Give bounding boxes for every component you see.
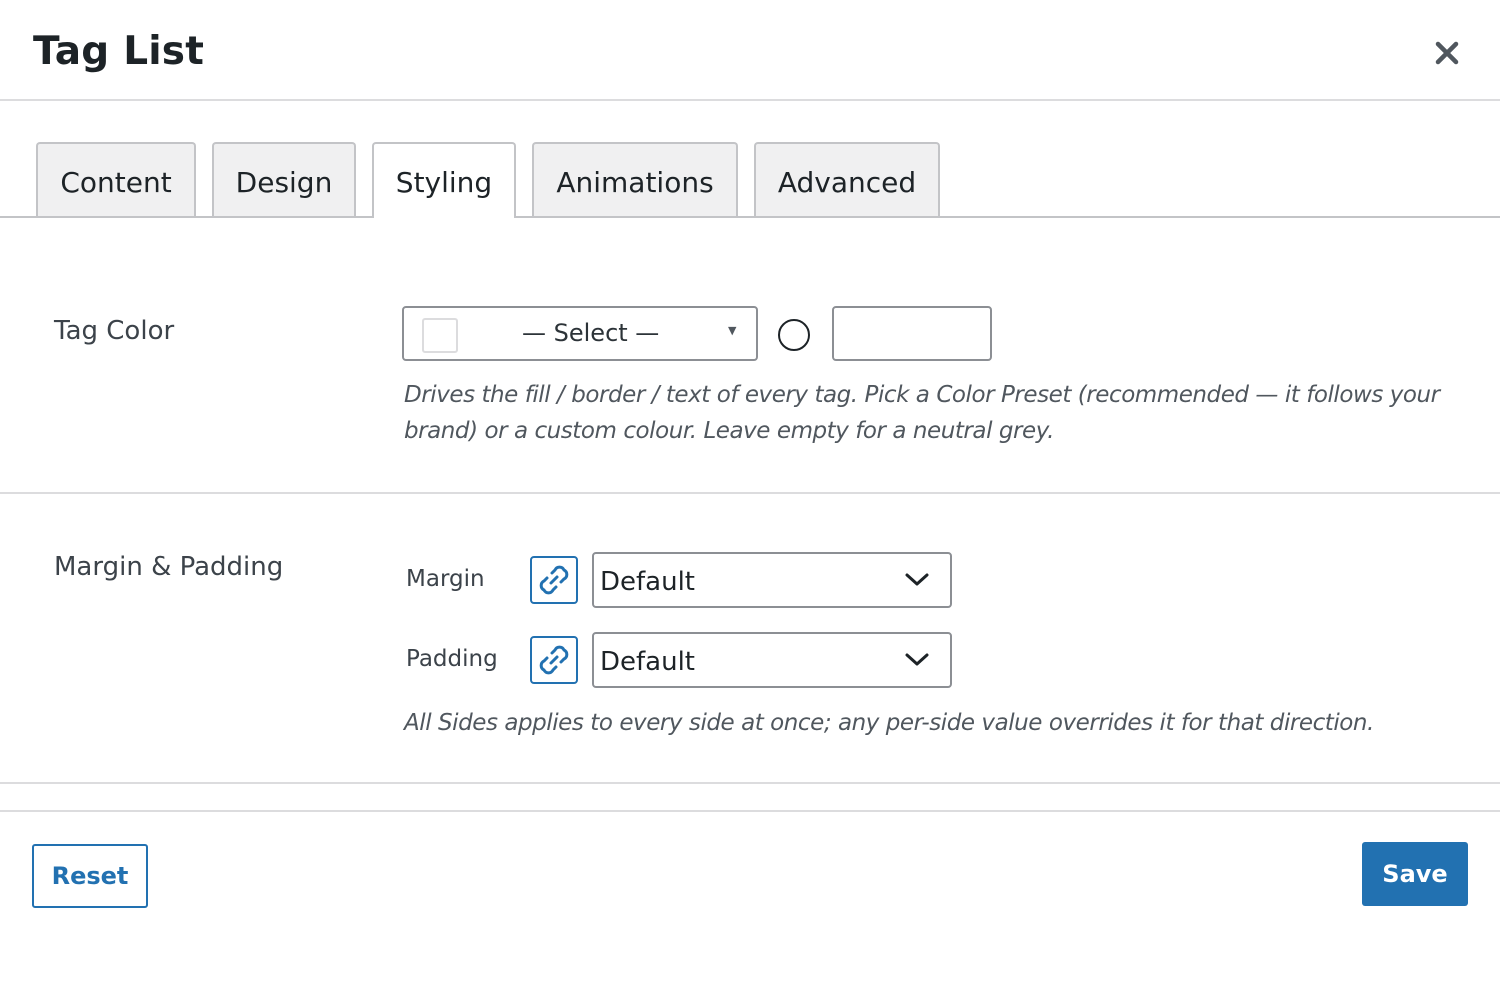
tab-styling[interactable]: Styling [372, 142, 516, 218]
tab-design[interactable]: Design [212, 142, 356, 216]
chevron-down-icon [905, 573, 929, 586]
reset-button[interactable]: Reset [32, 844, 148, 908]
tag-color-section: Tag Color — Select — ▼ Drives the fill /… [0, 218, 1500, 494]
margin-padding-label: Margin & Padding [54, 552, 284, 582]
custom-color-radio[interactable] [778, 319, 810, 351]
margin-label: Margin [406, 566, 485, 592]
link-icon [539, 565, 569, 595]
select-placeholder: — Select — [522, 319, 660, 347]
dialog-footer: Reset Save [0, 810, 1500, 1000]
tab-animations[interactable]: Animations [532, 142, 738, 216]
color-preset-select[interactable]: — Select — ▼ [402, 306, 758, 361]
margin-value: Default [600, 567, 695, 597]
close-button[interactable] [1424, 30, 1470, 76]
tag-color-label: Tag Color [54, 316, 175, 346]
save-button[interactable]: Save [1362, 842, 1468, 906]
padding-link-toggle[interactable] [530, 636, 578, 684]
padding-label: Padding [406, 646, 498, 672]
margin-padding-section: Margin & Padding Margin Default Padding [0, 494, 1500, 784]
spacing-help: All Sides applies to every side at once;… [404, 710, 1374, 736]
margin-select[interactable]: Default [592, 552, 952, 608]
margin-link-toggle[interactable] [530, 556, 578, 604]
caret-down-icon: ▼ [728, 324, 737, 337]
tab-bar: Content Design Styling Animations Advanc… [0, 142, 1500, 218]
dialog-title: Tag List [33, 29, 205, 74]
tag-color-help: Drives the fill / border / text of every… [404, 382, 1440, 444]
link-icon [539, 645, 569, 675]
tab-content[interactable]: Content [36, 142, 196, 216]
dialog-header: Tag List [0, 0, 1500, 101]
chevron-down-icon [905, 653, 929, 666]
custom-color-input[interactable] [832, 306, 992, 361]
tab-advanced[interactable]: Advanced [754, 142, 940, 216]
padding-value: Default [600, 647, 695, 677]
padding-select[interactable]: Default [592, 632, 952, 688]
color-swatch [422, 318, 458, 353]
close-icon [1435, 41, 1459, 65]
modal-dialog: Tag List Content Design Styling Animatio… [0, 0, 1500, 1000]
